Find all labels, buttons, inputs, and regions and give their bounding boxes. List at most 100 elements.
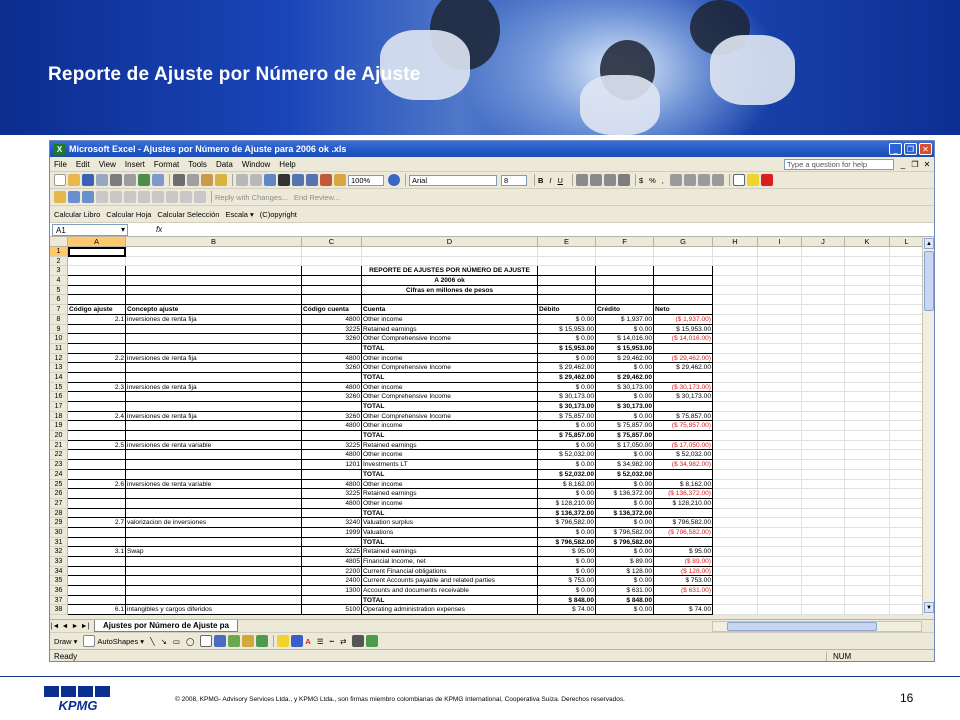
data-cell[interactable]: $ 0.00 [538,586,596,596]
data-cell[interactable] [126,508,302,519]
data-cell[interactable] [126,343,302,354]
grid-cell[interactable] [758,440,802,451]
zoom-select[interactable]: 100% [348,174,384,186]
data-cell[interactable] [302,537,362,548]
align-center-icon[interactable] [589,174,602,186]
column-header-j[interactable]: J [802,237,845,247]
data-cell[interactable]: ($ 17,050.00) [654,440,713,451]
grid-cell[interactable] [758,595,802,606]
grid-cell[interactable] [362,247,538,257]
data-cell[interactable]: Other income [362,353,538,364]
review-icon[interactable] [152,191,164,203]
doc-close-icon[interactable]: ✕ [922,160,932,169]
grid-cell[interactable] [845,479,890,490]
help-icon[interactable] [388,174,400,186]
grid-cell[interactable] [713,450,758,461]
grid-cell[interactable] [845,411,890,422]
data-cell[interactable]: $ 0.00 [538,557,596,567]
data-cell[interactable]: ($ 631.00) [654,586,713,596]
grid-cell[interactable] [654,285,713,296]
data-cell[interactable]: ($ 75,857.00) [654,421,713,432]
grid-cell[interactable] [845,285,890,296]
doc-restore-icon[interactable]: ❐ [910,160,920,169]
diagram-icon[interactable] [228,635,241,647]
grid-cell[interactable] [802,343,845,354]
grid-cell[interactable] [890,567,922,577]
data-cell[interactable] [68,324,126,335]
data-cell[interactable]: Valuations [362,527,538,538]
data-cell[interactable] [126,527,302,538]
grid-cell[interactable] [890,363,922,373]
grid-cell[interactable] [845,605,890,615]
row-header[interactable]: 37 [50,595,68,606]
grid-cell[interactable] [802,247,845,257]
grid-cell[interactable] [758,489,802,499]
grid-cell[interactable] [713,382,758,393]
grid-cell[interactable] [758,285,802,296]
data-cell[interactable]: $ 796,582.00 [538,537,596,548]
grid-cell[interactable] [302,266,362,277]
grid-cell[interactable] [758,363,802,373]
grid-cell[interactable] [890,325,922,335]
data-cell[interactable] [68,392,126,402]
report-heading3[interactable]: Cifras en millones de pesos [362,285,538,296]
vertical-scrollbar[interactable]: ▲ ▼ [922,237,934,615]
data-cell[interactable]: $ 52,032.00 [538,469,596,480]
grid-cell[interactable] [713,440,758,451]
grid-cell[interactable] [845,489,890,499]
grid-cell[interactable] [713,421,758,432]
data-cell[interactable]: $ 0.00 [538,566,596,577]
grid-cell[interactable] [713,411,758,422]
report-heading2[interactable]: A 2006 ok [362,276,538,286]
row-header[interactable]: 11 [50,343,68,354]
font-size-select[interactable]: 8 [501,174,527,186]
grid-cell[interactable] [538,295,596,306]
data-cell[interactable]: $ 631.00 [596,586,654,596]
data-cell[interactable]: intangibles y cargos diferidos [126,605,302,615]
grid-cell[interactable] [126,295,302,306]
picture-icon[interactable] [256,635,269,647]
new-icon[interactable] [54,174,66,186]
row-header[interactable]: 14 [50,372,68,383]
data-cell[interactable]: $ 30,173.00 [538,392,596,402]
data-cell[interactable]: $ 14,016.00 [596,334,654,344]
grid-cell[interactable] [802,605,845,615]
data-cell[interactable]: $ 0.00 [596,498,654,509]
increase-indent-icon[interactable] [711,174,724,186]
grid-cell[interactable] [758,518,802,528]
data-cell[interactable]: $ 34,982.00 [596,460,654,470]
grid-cell[interactable] [802,450,845,461]
data-cell[interactable]: $ 89.00 [596,557,654,567]
grid-cell[interactable] [758,402,802,412]
data-cell[interactable]: ($ 89.00) [654,557,713,567]
grid-cell[interactable] [713,489,758,499]
row-header[interactable]: 34 [50,566,68,577]
data-cell[interactable] [68,421,126,432]
data-cell[interactable]: TOTAL [362,595,538,606]
bold-button[interactable]: B [538,176,543,185]
grid-cell[interactable] [802,334,845,344]
data-cell[interactable] [126,421,302,432]
close-icon[interactable]: ✕ [919,143,932,155]
grid-cell[interactable] [890,528,922,538]
grid-cell[interactable] [890,412,922,422]
row-header[interactable]: 22 [50,450,68,461]
grid-cell[interactable] [802,372,845,383]
review-icon[interactable] [68,191,80,203]
vertical-scroll-thumb[interactable] [924,251,934,311]
row-header[interactable]: 17 [50,402,68,412]
undo-icon[interactable] [236,174,248,186]
grid-cell[interactable] [845,382,890,393]
grid-cell[interactable] [845,498,890,509]
data-cell[interactable]: ($ 29,462.00) [654,353,713,364]
grid-cell[interactable] [362,295,538,306]
grid-cell[interactable] [890,509,922,519]
decrease-decimal-icon[interactable] [683,174,696,186]
grid-cell[interactable] [802,411,845,422]
grid-cell[interactable] [890,480,922,490]
grid-cell[interactable] [758,392,802,402]
font-name-select[interactable]: Arial [409,174,497,186]
grid-cell[interactable] [890,518,922,528]
review-icon[interactable] [96,191,108,203]
line-style-icon[interactable]: ☰ [317,637,324,646]
